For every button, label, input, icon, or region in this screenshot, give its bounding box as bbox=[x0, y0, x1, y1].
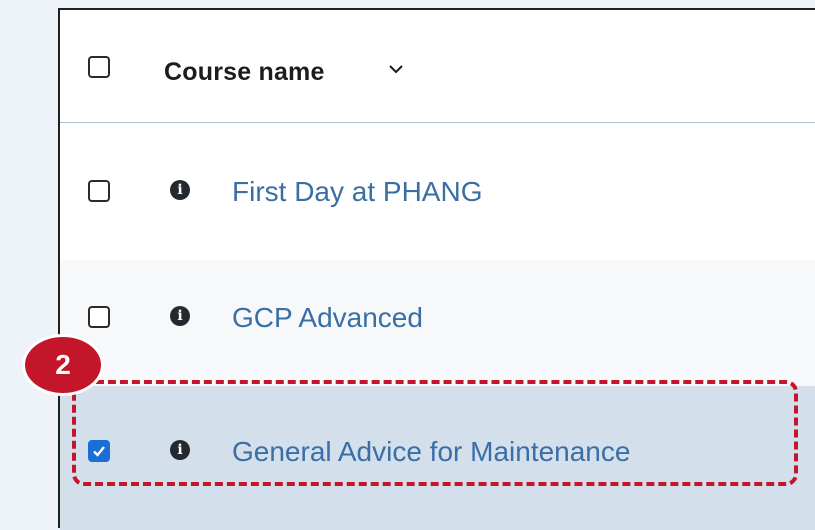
select-all-checkbox[interactable] bbox=[88, 56, 110, 78]
info-icon[interactable]: i bbox=[170, 306, 190, 326]
table-row: i GCP Advanced bbox=[60, 260, 815, 386]
table-row: i First Day at PHANG bbox=[60, 124, 815, 260]
row-checkbox[interactable] bbox=[88, 180, 110, 202]
info-icon[interactable]: i bbox=[170, 180, 190, 200]
course-link[interactable]: First Day at PHANG bbox=[232, 176, 482, 208]
step-badge: 2 bbox=[22, 334, 104, 396]
chevron-down-icon[interactable] bbox=[388, 62, 404, 80]
course-link[interactable]: GCP Advanced bbox=[232, 302, 423, 334]
highlight-box bbox=[72, 380, 798, 486]
row-checkbox[interactable] bbox=[88, 306, 110, 328]
table-header-row: Course name bbox=[60, 10, 815, 123]
column-header-course-name[interactable]: Course name bbox=[164, 58, 325, 87]
